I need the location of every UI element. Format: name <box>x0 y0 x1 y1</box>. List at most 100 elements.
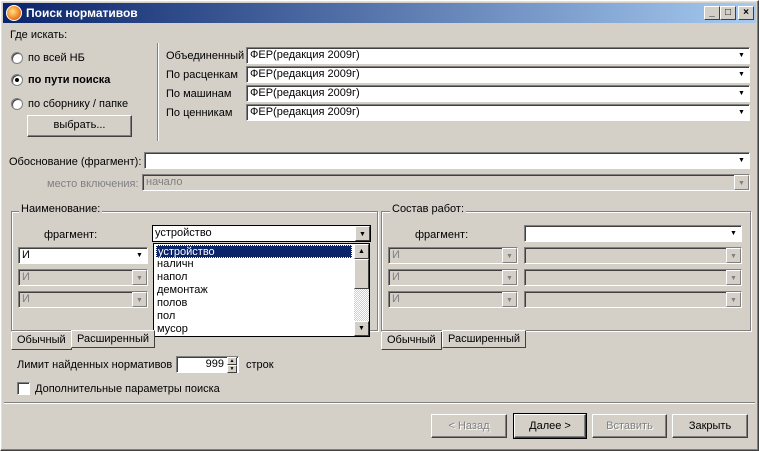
app-icon <box>6 5 22 21</box>
insert-button[interactable]: Вставить <box>592 414 667 438</box>
dropdown-scrollbar[interactable]: ▲ ▼ <box>354 244 369 336</box>
chevron-down-icon: ▼ <box>502 248 517 263</box>
name-logic-combo-1[interactable]: И ▼ <box>18 247 148 264</box>
next-button[interactable]: Далее > <box>513 413 587 439</box>
name-logic-combo-3[interactable]: И ▼ <box>18 291 148 308</box>
works-logic-value-1: И <box>392 249 400 261</box>
name-fragment-combo[interactable]: устройство ▼ <box>152 225 371 242</box>
works-logic-combo-3[interactable]: И ▼ <box>388 291 518 308</box>
vertical-separator <box>157 43 159 141</box>
works-logic-combo-1[interactable]: И ▼ <box>388 247 518 264</box>
limit-label: Лимит найденных нормативов <box>17 359 173 371</box>
spin-up-icon[interactable]: ▲ <box>227 357 237 365</box>
chevron-down-icon: ▼ <box>726 248 741 263</box>
chevron-down-icon: ▼ <box>726 270 741 285</box>
base-combo-rates[interactable]: ФЕР(редакция 2009г) ▼ <box>246 66 750 83</box>
chevron-down-icon: ▼ <box>502 270 517 285</box>
name-group-title: Наименование: <box>19 203 103 215</box>
window-title: Поиск нормативов <box>26 6 138 20</box>
works-logic-value-2: И <box>392 271 400 283</box>
name-logic-combo-2[interactable]: И ▼ <box>18 269 148 286</box>
dropdown-item[interactable]: напол <box>156 271 352 284</box>
spin-down-icon[interactable]: ▼ <box>227 365 237 373</box>
extra-params-label[interactable]: Дополнительные параметры поиска <box>35 383 220 395</box>
name-logic-value-3: И <box>22 293 30 305</box>
chevron-down-icon: ▼ <box>502 292 517 307</box>
name-tab-extended[interactable]: Расширенный <box>71 330 155 348</box>
chevron-down-icon: ▼ <box>726 292 741 307</box>
radio-whole-base-label[interactable]: по всей НБ <box>28 52 85 64</box>
dropdown-item[interactable]: демонтаж <box>156 284 352 297</box>
radio-collection-folder-label[interactable]: по сборнику / папке <box>28 98 128 110</box>
basis-combo[interactable]: ▼ <box>144 152 750 169</box>
base-label-combined: Объединенный <box>166 50 245 62</box>
chevron-down-icon[interactable]: ▼ <box>734 153 749 168</box>
basis-label: Обоснование (фрагмент): <box>9 156 142 168</box>
place-label: место включения: <box>47 178 139 190</box>
scroll-up-icon[interactable]: ▲ <box>354 244 369 259</box>
works-fragment-combo-2[interactable]: ▼ <box>524 247 742 264</box>
chevron-down-icon: ▼ <box>132 292 147 307</box>
chevron-down-icon[interactable]: ▼ <box>132 248 147 263</box>
works-fragment-combo[interactable]: ▼ <box>524 225 742 242</box>
chevron-down-icon[interactable]: ▼ <box>734 105 749 120</box>
name-fragment-value[interactable]: устройство <box>155 227 212 239</box>
works-group-title: Состав работ: <box>390 203 466 215</box>
base-combo-combined-value: ФЕР(редакция 2009г) <box>250 49 360 61</box>
dropdown-item[interactable]: пол <box>156 310 352 323</box>
search-norms-window: Поиск нормативов _ □ × Где искать: по вс… <box>0 0 759 451</box>
choose-button[interactable]: выбрать... <box>27 115 132 137</box>
scroll-thumb[interactable] <box>354 259 369 289</box>
base-combo-machines-value: ФЕР(редакция 2009г) <box>250 87 360 99</box>
radio-search-path[interactable] <box>11 74 23 86</box>
chevron-down-icon: ▼ <box>132 270 147 285</box>
place-combo[interactable]: начало ▼ <box>142 174 750 191</box>
works-logic-value-3: И <box>392 293 400 305</box>
chevron-down-icon: ▼ <box>734 175 749 190</box>
chevron-down-icon[interactable]: ▼ <box>734 67 749 82</box>
works-tab-normal[interactable]: Обычный <box>381 332 442 350</box>
base-combo-prices[interactable]: ФЕР(редакция 2009г) ▼ <box>246 104 750 121</box>
works-fragment-combo-3[interactable]: ▼ <box>524 269 742 286</box>
title-bar[interactable]: Поиск нормативов _ □ × <box>3 3 756 23</box>
base-label-prices: По ценникам <box>166 107 233 119</box>
dropdown-item[interactable]: наличн <box>156 258 352 271</box>
radio-search-path-label[interactable]: по пути поиска <box>28 74 110 86</box>
scroll-down-icon[interactable]: ▼ <box>354 321 369 336</box>
close-button[interactable]: Закрыть <box>672 414 748 438</box>
works-tab-extended[interactable]: Расширенный <box>442 330 526 348</box>
chevron-down-icon[interactable]: ▼ <box>734 48 749 63</box>
dropdown-item[interactable]: мусор <box>156 323 352 336</box>
radio-whole-base[interactable] <box>11 52 23 64</box>
dropdown-item[interactable]: устройство <box>156 245 352 258</box>
maximize-button[interactable]: □ <box>720 6 736 20</box>
base-combo-combined[interactable]: ФЕР(редакция 2009г) ▼ <box>246 47 750 64</box>
base-label-machines: По машинам <box>166 88 232 100</box>
base-label-rates: По расценкам <box>166 69 238 81</box>
radio-collection-folder[interactable] <box>11 98 23 110</box>
name-logic-value-2: И <box>22 271 30 283</box>
place-combo-value: начало <box>146 176 183 188</box>
works-logic-combo-2[interactable]: И ▼ <box>388 269 518 286</box>
name-fragment-dropdown-list[interactable]: устройство наличн напол демонтаж полов п… <box>153 243 370 337</box>
chevron-down-icon[interactable]: ▼ <box>734 86 749 101</box>
limit-value: 999 <box>205 358 224 370</box>
where-label: Где искать: <box>10 29 68 41</box>
works-fragment-combo-4[interactable]: ▼ <box>524 291 742 308</box>
back-button[interactable]: < Назад <box>431 414 507 438</box>
name-tab-normal[interactable]: Обычный <box>11 332 72 350</box>
name-logic-value-1: И <box>22 249 30 261</box>
minimize-button[interactable]: _ <box>704 6 720 20</box>
dropdown-item[interactable]: полов <box>156 297 352 310</box>
works-fragment-label: фрагмент: <box>415 229 469 241</box>
chevron-down-icon[interactable]: ▼ <box>726 226 741 241</box>
base-combo-prices-value: ФЕР(редакция 2009г) <box>250 106 360 118</box>
extra-params-checkbox[interactable] <box>17 382 30 395</box>
chevron-down-icon[interactable]: ▼ <box>355 226 370 241</box>
bottom-separator <box>4 402 755 404</box>
limit-unit: строк <box>246 359 274 371</box>
base-combo-machines[interactable]: ФЕР(редакция 2009г) ▼ <box>246 85 750 102</box>
close-window-button[interactable]: × <box>738 6 754 20</box>
name-fragment-label: фрагмент: <box>44 229 98 241</box>
base-combo-rates-value: ФЕР(редакция 2009г) <box>250 68 360 80</box>
